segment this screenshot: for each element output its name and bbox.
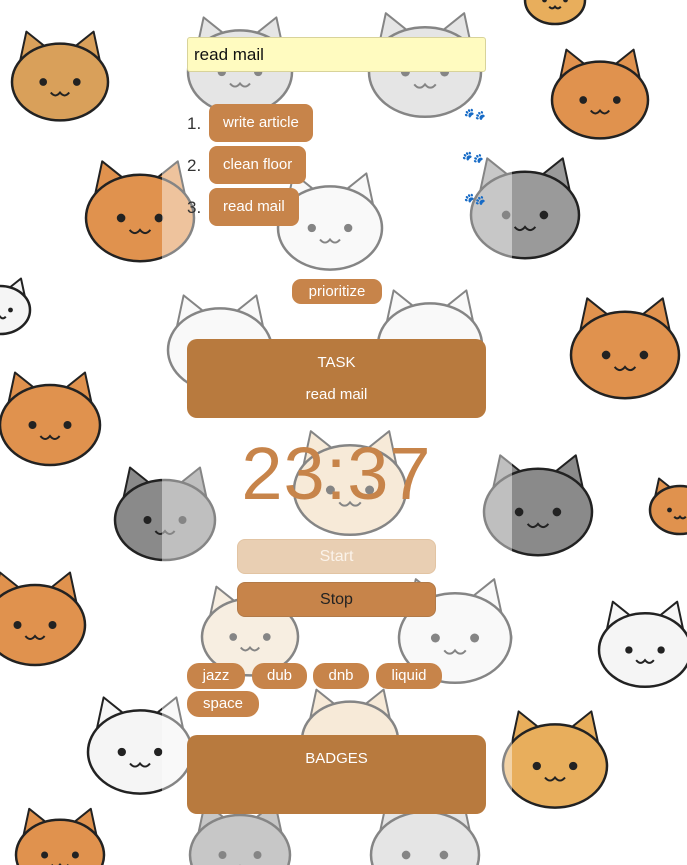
- genre-button-jazz[interactable]: jazz: [187, 663, 245, 689]
- cat-face-icon: [648, 477, 687, 536]
- countdown-timer: 23:37: [241, 432, 432, 515]
- cat-face-icon: [0, 571, 87, 667]
- task-panel-title: TASK: [317, 354, 356, 371]
- genre-button-dnb[interactable]: dnb: [313, 663, 369, 689]
- list-item: 3. read mail: [187, 188, 313, 230]
- cat-face-icon: [0, 277, 32, 336]
- todo-list: 1. write article 2. clean floor 3. read …: [187, 104, 313, 230]
- badges-panel: BADGES: [187, 735, 486, 814]
- genre-button-liquid[interactable]: liquid: [376, 663, 442, 689]
- todo-number: 1.: [187, 114, 202, 133]
- cat-face-icon: [569, 297, 681, 400]
- cat-face-icon: [550, 48, 650, 140]
- todo-number: 3.: [187, 198, 202, 217]
- current-task-label: read mail: [305, 386, 368, 403]
- todo-item-button[interactable]: read mail: [209, 188, 299, 226]
- prioritize-button[interactable]: prioritize: [292, 279, 382, 304]
- badges-panel-title: BADGES: [305, 750, 368, 767]
- cat-face-icon: [0, 371, 102, 467]
- list-item: 1. write article: [187, 104, 313, 146]
- cat-face-icon: [523, 0, 587, 26]
- genre-button-space[interactable]: space: [187, 691, 259, 717]
- todo-item-button[interactable]: write article: [209, 104, 313, 142]
- stop-button[interactable]: Stop: [237, 582, 436, 617]
- list-item: 2. clean floor: [187, 146, 313, 188]
- start-button[interactable]: Start: [237, 539, 436, 574]
- task-input[interactable]: [187, 37, 486, 72]
- task-panel: TASK read mail: [187, 339, 486, 418]
- cat-face-icon: [597, 600, 687, 689]
- genre-button-dub[interactable]: dub: [252, 663, 307, 689]
- cat-face-icon: [14, 807, 106, 865]
- todo-item-button[interactable]: clean floor: [209, 146, 307, 184]
- todo-number: 2.: [187, 156, 202, 175]
- cat-face-icon: [501, 710, 609, 809]
- cat-face-icon: [10, 30, 110, 122]
